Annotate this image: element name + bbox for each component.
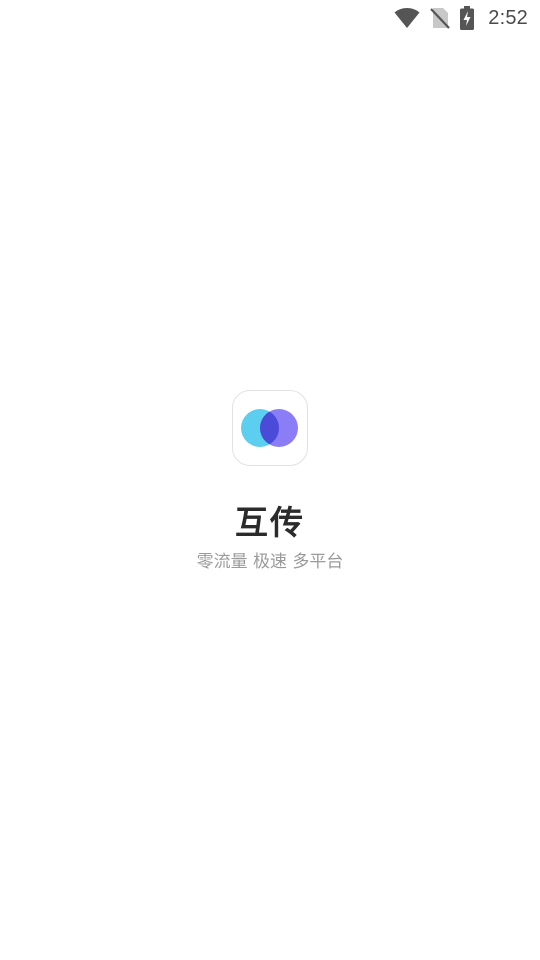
app-logo [232, 390, 308, 466]
app-title: 互传 [235, 503, 305, 542]
status-icons: 2:52 [394, 0, 528, 36]
splash-screen: 2:52 互传 零流量 极速 多平台 [0, 0, 540, 960]
app-tagline: 零流量 极速 多平台 [196, 552, 344, 572]
wifi-icon [394, 7, 420, 29]
status-bar: 2:52 [0, 0, 540, 36]
no-sim-icon [430, 7, 451, 29]
overlapping-circles-icon [241, 409, 298, 447]
status-time: 2:52 [488, 6, 528, 29]
battery-charging-icon [460, 6, 475, 30]
